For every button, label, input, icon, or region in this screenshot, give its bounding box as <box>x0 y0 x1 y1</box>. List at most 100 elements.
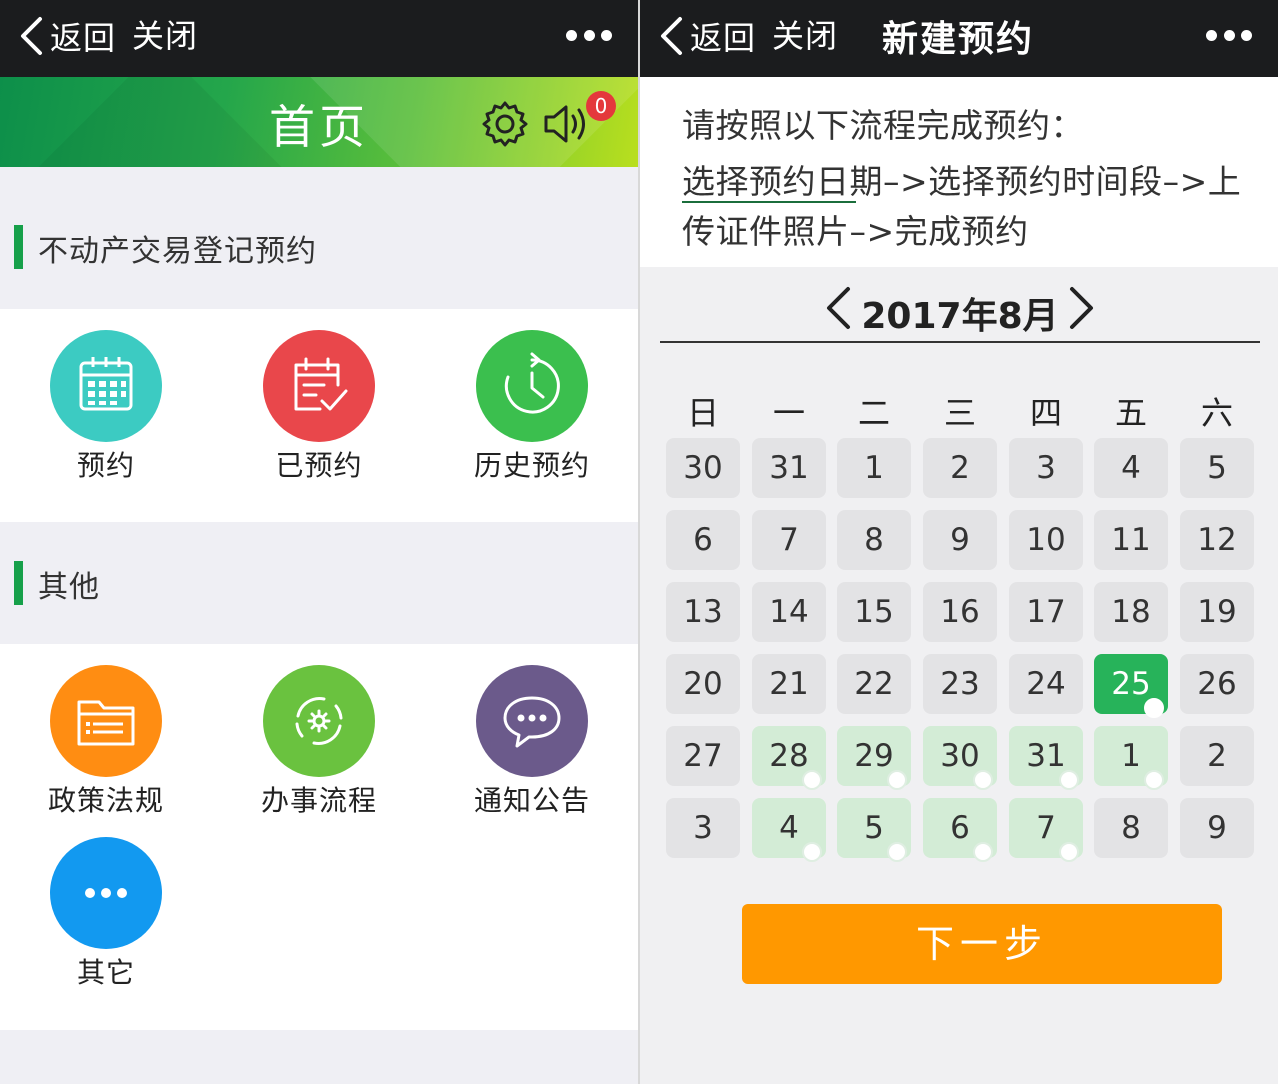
close-button[interactable]: 关闭 <box>772 14 838 58</box>
more-menu-button[interactable] <box>566 24 612 46</box>
calendar-day[interactable]: 3 <box>1009 438 1083 498</box>
calendar-day[interactable]: 18 <box>1094 582 1168 642</box>
calendar-day-available[interactable]: 6 <box>923 798 997 862</box>
chevron-left-icon <box>661 17 682 55</box>
calendar-day-available[interactable]: 1 <box>1094 726 1168 790</box>
calendar-day[interactable]: 16 <box>923 582 997 642</box>
calendar-month-label: 2017年8月 <box>861 296 1059 337</box>
calendar-day-available[interactable]: 30 <box>923 726 997 790</box>
calendar-day[interactable]: 23 <box>923 654 997 714</box>
calendar-day-number: 18 <box>1111 594 1151 630</box>
weekday-label: 日 <box>686 394 719 432</box>
dot-icon <box>1241 29 1252 41</box>
grid-item-label: 政策法规 <box>47 784 164 817</box>
calendar-day-outside-month[interactable]: 8 <box>1094 798 1168 858</box>
calendar-day-number: 15 <box>854 594 894 630</box>
top-navbar: 返回 关闭 <box>0 0 638 77</box>
section-accent-bar <box>14 561 23 605</box>
calendar-day-number: 25 <box>1111 666 1151 702</box>
calendar-day-number: 6 <box>693 522 713 558</box>
calendar-day-number: 19 <box>1197 594 1237 630</box>
grid-item-history[interactable]: 历史预约 <box>442 330 622 484</box>
calendar-day[interactable]: 21 <box>752 654 826 714</box>
availability-dot-icon <box>887 842 907 862</box>
calendar-day-outside-month[interactable]: 31 <box>752 438 826 498</box>
calendar-day-number: 9 <box>1207 810 1227 846</box>
calendar-day-outside-month[interactable]: 2 <box>1180 726 1254 786</box>
page-title: 新建预约 <box>882 19 1035 60</box>
instruction-line: 请按照以下流程完成预约： <box>682 106 1084 145</box>
calendar-day[interactable]: 1 <box>837 438 911 498</box>
calendar-day[interactable]: 15 <box>837 582 911 642</box>
calendar-day[interactable]: 13 <box>666 582 740 642</box>
calendar-day[interactable]: 11 <box>1094 510 1168 570</box>
other-grid: 政策法规 办事流程 通知公告 其它 <box>0 644 638 1030</box>
calendar-day-number: 5 <box>1207 450 1227 486</box>
calendar-day[interactable]: 20 <box>666 654 740 714</box>
grid-item-policy[interactable]: 政策法规 <box>16 665 196 819</box>
calendar-day-number: 6 <box>950 810 970 846</box>
calendar-icon <box>50 330 162 442</box>
calendar-day-outside-month[interactable]: 3 <box>666 798 740 858</box>
grid-item-more[interactable]: 其它 <box>16 837 196 991</box>
dot-icon <box>1223 29 1235 41</box>
calendar-day[interactable]: 10 <box>1009 510 1083 570</box>
gear-icon[interactable] <box>480 99 530 149</box>
grid-item-notice[interactable]: 通知公告 <box>442 665 622 819</box>
calendar-day-available[interactable]: 31 <box>1009 726 1083 790</box>
close-button[interactable]: 关闭 <box>132 14 198 58</box>
weekday-label: 四 <box>1029 394 1062 432</box>
calendar-day-number: 11 <box>1111 522 1151 558</box>
calendar-day-available[interactable]: 28 <box>752 726 826 790</box>
calendar-day-available[interactable]: 4 <box>752 798 826 862</box>
calendar-day-available[interactable]: 5 <box>837 798 911 862</box>
weekday-label: 三 <box>943 394 976 432</box>
calendar-day-number: 7 <box>1036 810 1056 846</box>
booking-grid: 预约 已预约 历史预约 <box>0 309 638 522</box>
calendar-day[interactable]: 5 <box>1180 438 1254 498</box>
calendar-day-available[interactable]: 7 <box>1009 798 1083 862</box>
grid-item-booked[interactable]: 已预约 <box>229 330 409 484</box>
calendar-day[interactable]: 4 <box>1094 438 1168 498</box>
calendar-day-number: 31 <box>1026 738 1066 774</box>
grid-item-book[interactable]: 预约 <box>16 330 196 484</box>
calendar-day-number: 7 <box>779 522 799 558</box>
calendar-day-number: 24 <box>1026 666 1066 702</box>
calendar-day[interactable]: 19 <box>1180 582 1254 642</box>
next-step-button[interactable]: 下一步 <box>742 904 1222 984</box>
calendar-day[interactable]: 9 <box>923 510 997 570</box>
new-booking-screen: 返回 关闭 新建预约 请按照以下流程完成预约： 选择预约日期–>选择预约时间段–… <box>638 0 1278 1084</box>
calendar-day-number: 1 <box>1121 738 1141 774</box>
weekday-label: 六 <box>1200 394 1233 432</box>
more-menu-button[interactable] <box>1206 24 1252 46</box>
calendar-day[interactable]: 22 <box>837 654 911 714</box>
calendar-day[interactable]: 27 <box>666 726 740 786</box>
home-banner: 首页 <box>0 77 638 167</box>
calendar-day[interactable]: 7 <box>752 510 826 570</box>
calendar-day-available[interactable]: 29 <box>837 726 911 790</box>
chevron-right-icon[interactable] <box>1066 285 1098 331</box>
calendar-day[interactable]: 8 <box>837 510 911 570</box>
calendar-day-number: 13 <box>683 594 723 630</box>
calendar-day-selected[interactable]: 25 <box>1094 654 1168 718</box>
calendar-day[interactable]: 24 <box>1009 654 1083 714</box>
calendar-day-number: 1 <box>864 450 884 486</box>
calendar-day-number: 22 <box>854 666 894 702</box>
speaker-icon[interactable] <box>542 99 592 149</box>
calendar-day[interactable]: 12 <box>1180 510 1254 570</box>
calendar-day[interactable]: 2 <box>923 438 997 498</box>
back-button[interactable]: 返回 <box>658 14 756 58</box>
calendar-day[interactable]: 6 <box>666 510 740 570</box>
calendar-header: 2017年8月 <box>660 275 1260 343</box>
calendar-day-outside-month[interactable]: 9 <box>1180 798 1254 858</box>
calendar-day-number: 2 <box>950 450 970 486</box>
calendar-day-number: 16 <box>940 594 980 630</box>
calendar-day[interactable]: 14 <box>752 582 826 642</box>
calendar-day[interactable]: 26 <box>1180 654 1254 714</box>
chevron-left-icon <box>21 17 42 55</box>
grid-item-process[interactable]: 办事流程 <box>229 665 409 819</box>
availability-dot-icon <box>1144 770 1164 790</box>
back-button[interactable]: 返回 <box>18 14 116 58</box>
calendar-day[interactable]: 17 <box>1009 582 1083 642</box>
calendar-day-outside-month[interactable]: 30 <box>666 438 740 498</box>
